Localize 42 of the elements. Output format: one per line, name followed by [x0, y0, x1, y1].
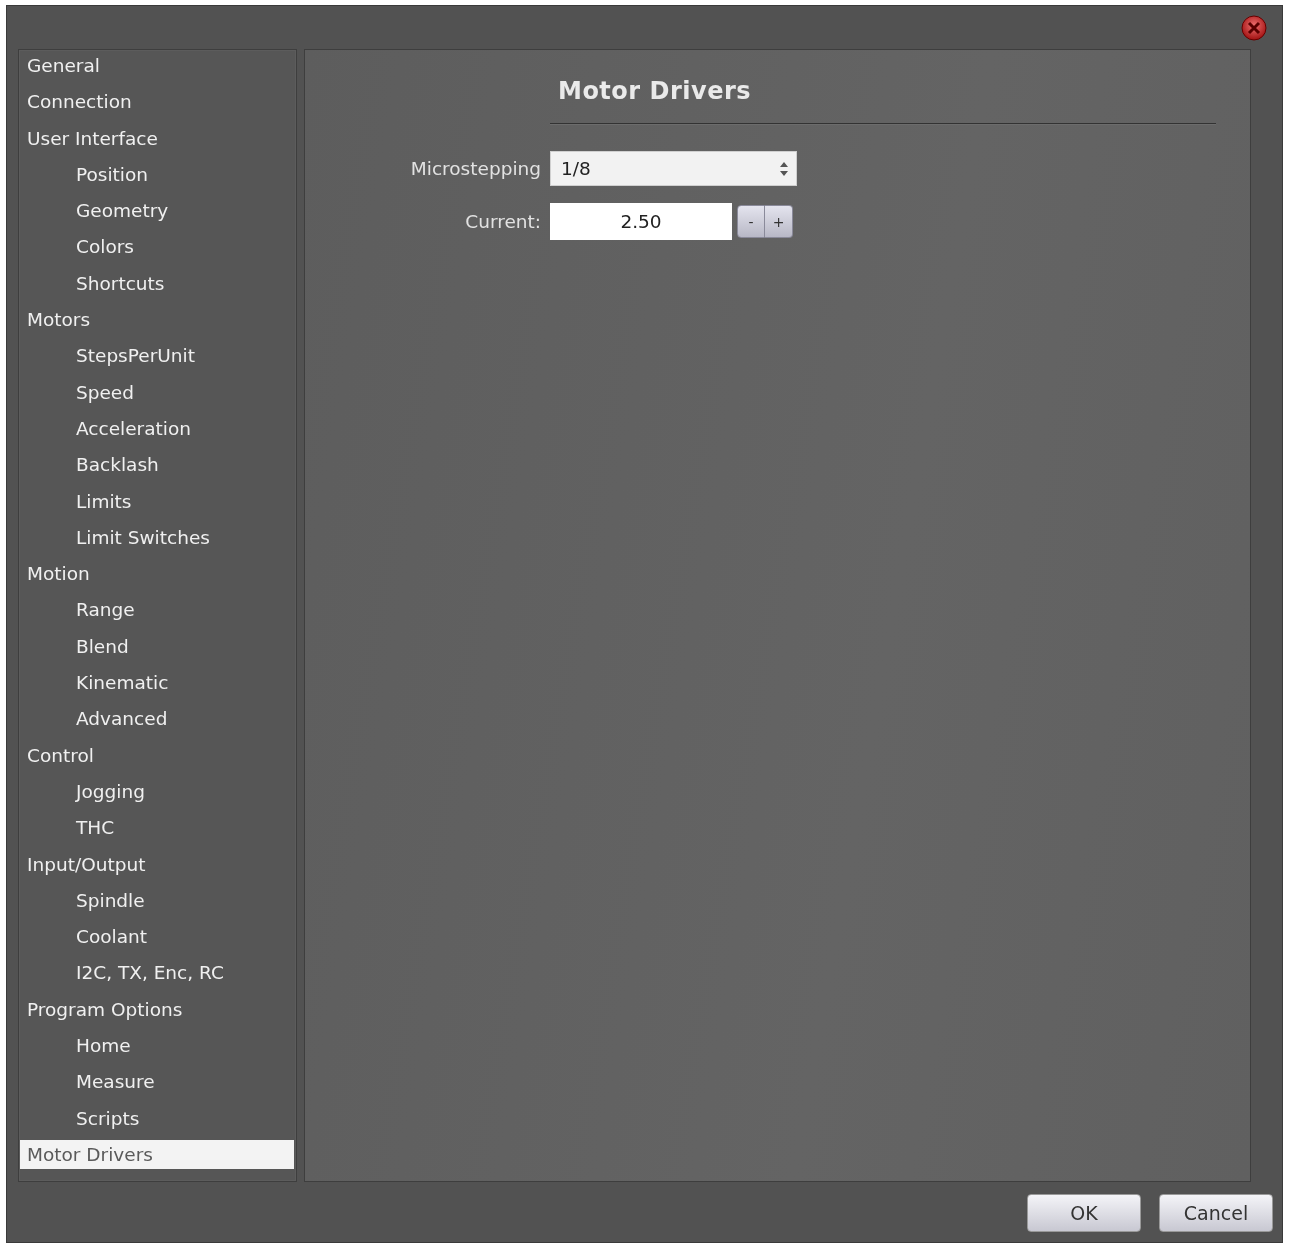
panel-title: Motor Drivers	[558, 77, 753, 105]
sidebar-item[interactable]: Speed	[20, 377, 294, 407]
sidebar-item[interactable]: Acceleration	[20, 413, 294, 443]
sidebar-item[interactable]: Position	[20, 159, 294, 189]
close-icon[interactable]	[1241, 14, 1267, 41]
sidebar-item[interactable]: Scripts	[20, 1103, 294, 1133]
sidebar-item[interactable]: I2C, TX, Enc, RC	[20, 958, 294, 988]
sidebar-item[interactable]: Connection	[20, 87, 294, 117]
sidebar-item[interactable]: Backlash	[20, 450, 294, 480]
field-label: Microstepping	[409, 158, 541, 179]
current-input-field[interactable]: 2.50	[550, 203, 732, 240]
sidebar-item[interactable]: Spindle	[20, 885, 294, 915]
sidebar-item[interactable]: Limits	[20, 486, 294, 516]
sidebar-item[interactable]: User Interface	[20, 123, 294, 153]
sidebar-item[interactable]: Coolant	[20, 922, 294, 952]
decrement-button[interactable]: -	[737, 205, 765, 238]
sidebar-item[interactable]: Range	[20, 595, 294, 625]
sidebar-item[interactable]: Blend	[20, 631, 294, 661]
sidebar-item[interactable]: Program Options	[20, 994, 294, 1024]
sidebar-item[interactable]: Kinematic	[20, 668, 294, 698]
sidebar-item[interactable]: Measure	[20, 1067, 294, 1097]
cancel-button[interactable]: Cancel	[1159, 1194, 1273, 1232]
sidebar-item[interactable]: Colors	[20, 232, 294, 262]
up-down-arrows-icon	[779, 160, 789, 177]
sidebar-item[interactable]: Jogging	[20, 776, 294, 806]
sidebar-item[interactable]: StepsPerUnit	[20, 341, 294, 371]
sidebar-item[interactable]: Input/Output	[20, 849, 294, 879]
field-label: Current:	[464, 211, 541, 232]
microstepping-dropdown[interactable]: 1/8	[550, 151, 797, 186]
sidebar-item[interactable]: Advanced	[20, 704, 294, 734]
ok-button[interactable]: OK	[1027, 1194, 1141, 1232]
sidebar-item[interactable]: General	[20, 51, 294, 80]
sidebar-item[interactable]: Motion	[20, 559, 294, 589]
sidebar-item[interactable]: THC	[20, 813, 294, 843]
sidebar-item[interactable]: Motor Drivers	[20, 1139, 294, 1169]
sidebar-item[interactable]: Shortcuts	[20, 268, 294, 298]
sidebar-item[interactable]: Geometry	[20, 196, 294, 226]
sidebar-item[interactable]: Control	[20, 740, 294, 770]
sidebar-item[interactable]: Limit Switches	[20, 522, 294, 552]
sidebar-item[interactable]: Motors	[20, 305, 294, 335]
increment-button[interactable]: +	[765, 205, 793, 238]
sidebar-item[interactable]: Home	[20, 1031, 294, 1060]
